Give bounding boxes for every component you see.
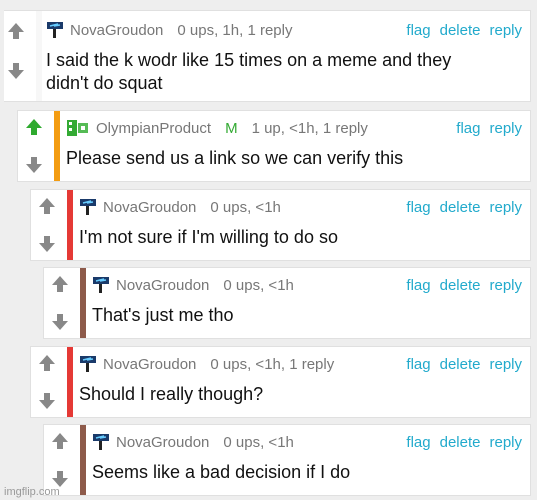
comment-actions: flag delete reply xyxy=(397,431,522,453)
thread-bar xyxy=(36,11,42,101)
thread-bar xyxy=(67,347,73,417)
comment-text-line: didn't do squat xyxy=(46,73,163,93)
comment-header: NovaGroudon 0 ups, <1h, 1 reply xyxy=(79,353,334,375)
vote-column xyxy=(4,11,28,101)
flag-link[interactable]: flag xyxy=(406,434,430,451)
flag-link[interactable]: flag xyxy=(406,356,430,373)
downvote-icon[interactable] xyxy=(50,312,70,332)
vote-column xyxy=(35,347,59,417)
comment-meta: 1 up, <1h, 1 reply xyxy=(251,119,368,137)
username[interactable]: NovaGroudon xyxy=(116,434,209,451)
comment-text-line: That's just me tho xyxy=(92,305,234,325)
comment-text-line: I said the k wodr like 15 times on a mem… xyxy=(46,50,452,70)
comment-1: OlympianProduct M 1 up, <1h, 1 reply fla… xyxy=(17,110,531,182)
comment-text-line: Seems like a bad decision if I do xyxy=(92,462,351,482)
downvote-icon[interactable] xyxy=(37,234,57,254)
comment-4: NovaGroudon 0 ups, <1h, 1 reply flag del… xyxy=(30,346,531,418)
reply-link[interactable]: reply xyxy=(489,199,522,216)
flag-link[interactable]: flag xyxy=(406,22,430,39)
delete-link[interactable]: delete xyxy=(440,199,481,216)
vote-column xyxy=(48,425,72,495)
comment-actions: flag delete reply xyxy=(397,19,522,41)
comment-text: I'm not sure if I'm willing to do so xyxy=(79,226,338,249)
comment-text: That's just me tho xyxy=(92,304,234,327)
comment-text-line: Please send us a link so we can verify t… xyxy=(66,148,404,168)
username[interactable]: OlympianProduct xyxy=(96,120,211,137)
flag-link[interactable]: flag xyxy=(406,199,430,216)
downvote-icon[interactable] xyxy=(6,61,26,81)
username[interactable]: NovaGroudon xyxy=(103,356,196,373)
comment-5: NovaGroudon 0 ups, <1h flag delete reply… xyxy=(43,424,531,496)
comment-meta: 0 ups, <1h, 1 reply xyxy=(210,355,335,373)
reply-link[interactable]: reply xyxy=(489,434,522,451)
comment-header: NovaGroudon 0 ups, <1h xyxy=(79,196,281,218)
downvote-icon[interactable] xyxy=(24,155,44,175)
reply-link[interactable]: reply xyxy=(489,22,522,39)
flag-link[interactable]: flag xyxy=(406,277,430,294)
comment-text: I said the k wodr like 15 times on a mem… xyxy=(46,49,451,95)
upvote-icon[interactable] xyxy=(50,274,70,294)
watermark: imgflip.com xyxy=(4,486,60,498)
thread-bar xyxy=(80,425,86,495)
flag-link[interactable]: flag xyxy=(456,120,480,137)
comment-text-line: I'm not sure if I'm willing to do so xyxy=(79,227,338,247)
thread-bar xyxy=(80,268,86,338)
comment-actions: flag delete reply xyxy=(397,196,522,218)
upvote-icon[interactable] xyxy=(37,196,57,216)
comment-2: NovaGroudon 0 ups, <1h flag delete reply… xyxy=(30,189,531,261)
moderator-badge: M xyxy=(225,119,238,137)
username[interactable]: NovaGroudon xyxy=(70,22,163,39)
avatar[interactable] xyxy=(92,276,110,294)
comment-actions: flag delete reply xyxy=(397,353,522,375)
thread-bar xyxy=(54,111,60,181)
username[interactable]: NovaGroudon xyxy=(103,199,196,216)
comment-text-line: Should I really though? xyxy=(79,384,264,404)
upvote-icon[interactable] xyxy=(6,21,26,41)
comment-meta: 0 ups, <1h xyxy=(210,198,281,216)
comment-text: Please send us a link so we can verify t… xyxy=(66,147,403,170)
comment-header: NovaGroudon 0 ups, 1h, 1 reply xyxy=(46,19,292,41)
downvote-icon[interactable] xyxy=(37,391,57,411)
upvote-icon[interactable] xyxy=(50,431,70,451)
upvote-icon[interactable] xyxy=(24,117,44,137)
username[interactable]: NovaGroudon xyxy=(116,277,209,294)
comment-header: NovaGroudon 0 ups, <1h xyxy=(92,274,294,296)
reply-link[interactable]: reply xyxy=(489,277,522,294)
comment-text: Seems like a bad decision if I do xyxy=(92,461,350,484)
vote-column xyxy=(22,111,46,181)
comment-meta: 0 ups, <1h xyxy=(223,276,294,294)
comment-0: NovaGroudon 0 ups, 1h, 1 reply flag dele… xyxy=(4,10,531,102)
avatar[interactable] xyxy=(92,433,110,451)
avatar[interactable] xyxy=(79,198,97,216)
delete-link[interactable]: delete xyxy=(440,277,481,294)
reply-link[interactable]: reply xyxy=(489,120,522,137)
avatar[interactable] xyxy=(46,21,64,39)
comment-meta: 0 ups, <1h xyxy=(223,433,294,451)
delete-link[interactable]: delete xyxy=(440,434,481,451)
comment-actions: flag delete reply xyxy=(397,274,522,296)
comment-3: NovaGroudon 0 ups, <1h flag delete reply… xyxy=(43,267,531,339)
reply-link[interactable]: reply xyxy=(489,356,522,373)
comment-actions: flag reply xyxy=(447,117,522,139)
avatar[interactable] xyxy=(66,119,90,137)
delete-link[interactable]: delete xyxy=(440,22,481,39)
comment-header: OlympianProduct M 1 up, <1h, 1 reply xyxy=(66,117,368,139)
thread-bar xyxy=(67,190,73,260)
comment-header: NovaGroudon 0 ups, <1h xyxy=(92,431,294,453)
upvote-icon[interactable] xyxy=(37,353,57,373)
vote-column xyxy=(35,190,59,260)
comment-text: Should I really though? xyxy=(79,383,263,406)
comment-meta: 0 ups, 1h, 1 reply xyxy=(177,21,293,39)
vote-column xyxy=(48,268,72,338)
delete-link[interactable]: delete xyxy=(440,356,481,373)
avatar[interactable] xyxy=(79,355,97,373)
